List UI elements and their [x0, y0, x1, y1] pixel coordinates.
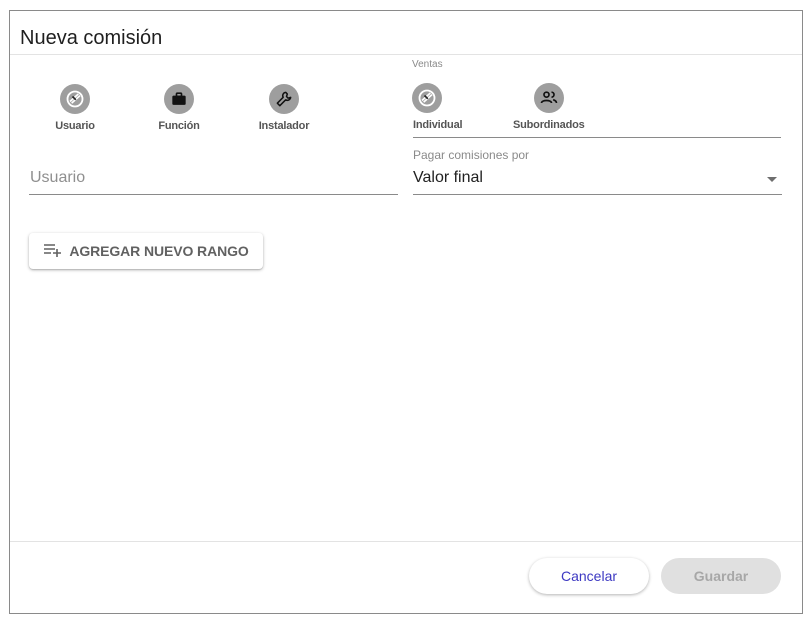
new-commission-dialog: Nueva comisión Usuario Función Instalado…	[9, 10, 803, 614]
dialog-title: Nueva comisión	[20, 27, 163, 49]
assign-option-label: Instalador	[258, 120, 310, 132]
pay-by-label: Pagar comisiones por	[413, 148, 530, 162]
user-shield-icon	[412, 83, 442, 113]
ventas-option-label: Subordinados	[513, 119, 585, 131]
pay-by-select[interactable]: Valor final	[413, 163, 782, 195]
assign-option-usuario[interactable]: Usuario	[35, 84, 115, 132]
assign-option-instalador[interactable]: Instalador	[244, 84, 324, 132]
ventas-underline	[413, 137, 781, 138]
assign-option-label: Función	[158, 120, 200, 132]
ventas-option-label: Individual	[413, 119, 463, 131]
wrench-icon	[269, 84, 299, 114]
ventas-label: Ventas	[412, 59, 443, 70]
add-range-button[interactable]: AGREGAR NUEVO RANGO	[29, 233, 263, 269]
playlist-add-icon	[43, 240, 63, 263]
people-icon	[534, 83, 564, 113]
ventas-option-subordinados[interactable]: Subordinados	[509, 83, 589, 131]
briefcase-icon	[164, 84, 194, 114]
save-button[interactable]: Guardar	[661, 558, 781, 594]
ventas-option-individual[interactable]: Individual	[397, 83, 477, 131]
footer-divider	[10, 541, 802, 542]
user-field[interactable]: Usuario	[29, 163, 398, 195]
pay-by-value: Valor final	[413, 169, 483, 186]
user-shield-icon	[60, 84, 90, 114]
dropdown-arrow-icon	[767, 177, 777, 182]
assign-option-label: Usuario	[55, 120, 95, 132]
title-divider	[10, 54, 802, 55]
user-field-placeholder: Usuario	[30, 169, 86, 186]
add-range-label: AGREGAR NUEVO RANGO	[69, 243, 249, 259]
cancel-button[interactable]: Cancelar	[529, 558, 649, 594]
assign-option-funcion[interactable]: Función	[139, 84, 219, 132]
